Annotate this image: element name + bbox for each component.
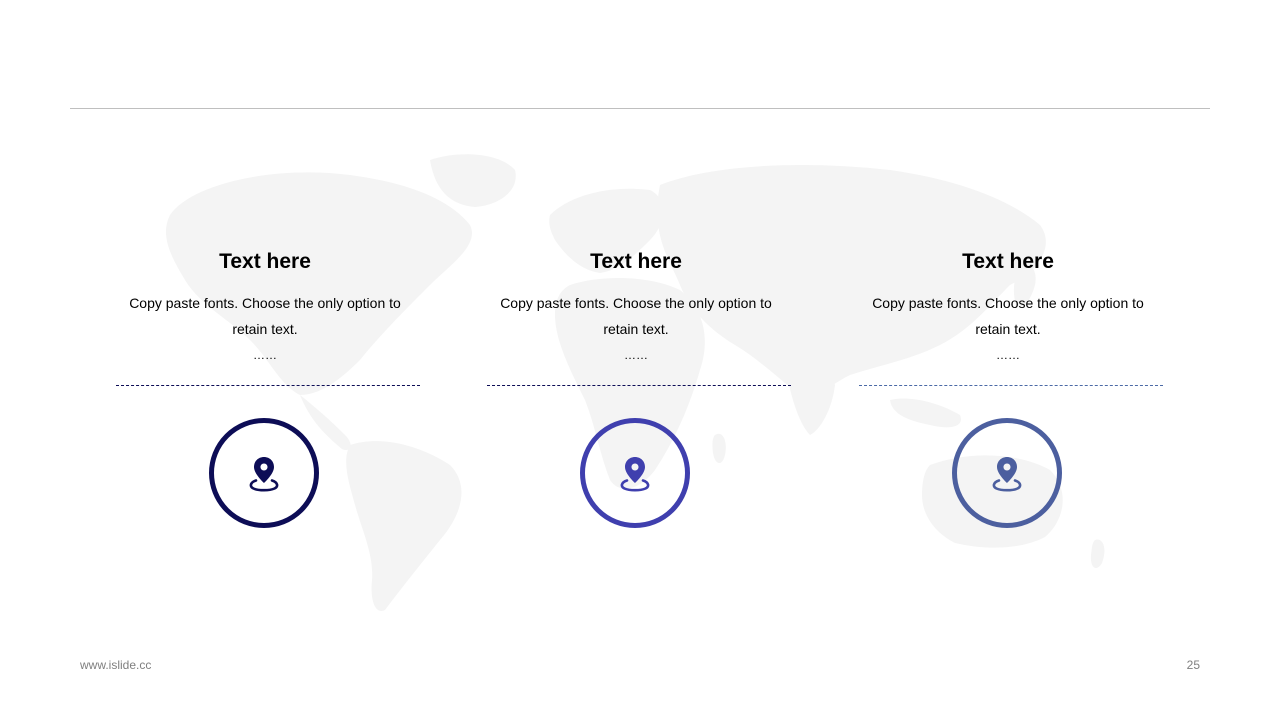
location-circle xyxy=(952,418,1062,528)
info-column-2: Text here Copy paste fonts. Choose the o… xyxy=(481,240,791,540)
column-description: Copy paste fonts. Choose the only option… xyxy=(872,295,1144,337)
info-column-1: Text here Copy paste fonts. Choose the o… xyxy=(110,240,420,540)
column-title: Text here xyxy=(962,250,1054,273)
location-pin-icon xyxy=(249,457,279,492)
column-description: Copy paste fonts. Choose the only option… xyxy=(500,295,772,337)
column-dashed-divider xyxy=(487,385,791,386)
page-number: 25 xyxy=(1186,658,1200,672)
footer-website-link[interactable]: www.islide.cc xyxy=(80,658,151,672)
column-dashed-divider xyxy=(859,385,1163,386)
column-ellipsis: …… xyxy=(253,348,277,362)
header-divider xyxy=(70,108,1210,109)
column-ellipsis: …… xyxy=(996,348,1020,362)
location-circle xyxy=(209,418,319,528)
location-circle xyxy=(580,418,690,528)
column-description: Copy paste fonts. Choose the only option… xyxy=(129,295,401,337)
column-title: Text here xyxy=(219,250,311,273)
column-title: Text here xyxy=(590,250,682,273)
column-ellipsis: …… xyxy=(624,348,648,362)
location-pin-icon xyxy=(620,457,650,492)
location-pin-icon xyxy=(992,457,1022,492)
info-column-3: Text here Copy paste fonts. Choose the o… xyxy=(853,240,1163,540)
column-dashed-divider xyxy=(116,385,420,386)
